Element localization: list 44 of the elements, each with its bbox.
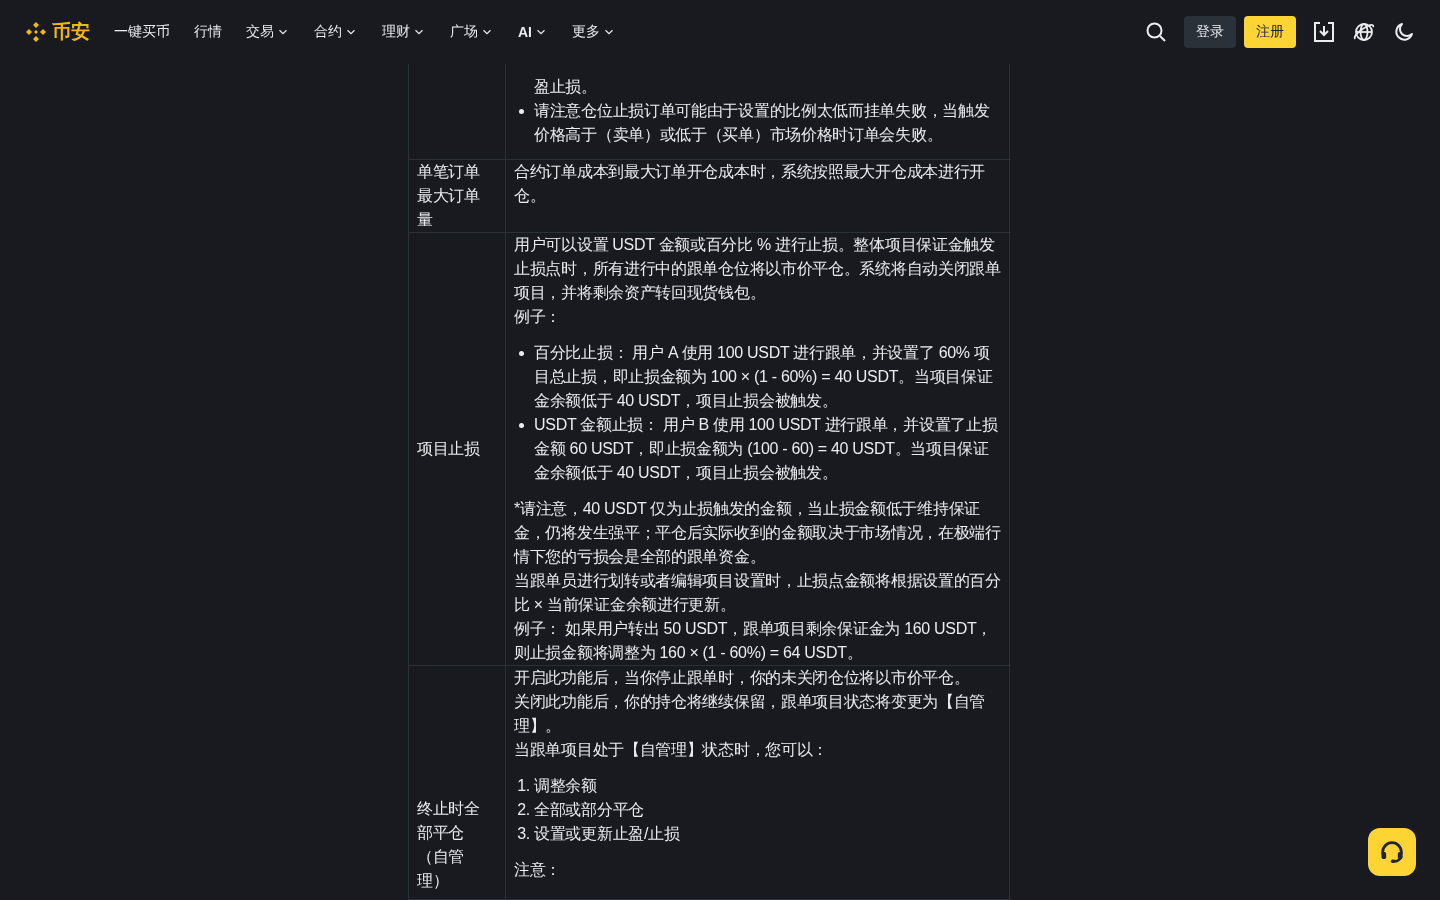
label-cell: 单笔订单最大订单量 [409, 160, 506, 233]
nav-menu-item[interactable]: 交易 [246, 23, 290, 41]
logo-icon[interactable] [24, 20, 48, 44]
nav-menu-item[interactable]: 广场 [450, 23, 494, 41]
search-icon[interactable] [1144, 20, 1168, 44]
list-item-text: 全部或部分平仓 [534, 800, 644, 820]
support-button[interactable] [1368, 828, 1416, 876]
globe-icon[interactable] [1352, 20, 1376, 44]
description-text: 开启此功能后，当你停止跟单时，你的未关闭仓位将以市价平仓。 [514, 668, 971, 688]
list-item-text: 调整余额 [534, 776, 597, 796]
list-number: 2. [516, 800, 531, 820]
description-text: 例子： [514, 307, 563, 327]
description-text: 当跟单项目处于【自管理】状态时，您可以： [514, 740, 829, 760]
description-text: 例子： 如果用户转出 50 USDT，跟单项目剩余保证金为 160 USDT，则止损金额将调整为 160 × (1 - 60%) = 64 USDT。 [514, 619, 994, 663]
nav-menu-item[interactable]: 更多 [572, 23, 616, 41]
moon-icon[interactable] [1392, 20, 1416, 44]
bullet-icon [518, 351, 524, 356]
list-item-text: USDT 金额止损： 用户 B 使用 100 USDT 进行跟单，并设置了止损金额 60 USDT，即止损金额为 (100 - 60) = 40 USDT。当项目保证金余额低于 40 USDT，项目止损会被触发。 [534, 415, 999, 483]
list-item-text: 请注意仓位止损订单可能由于设置的比例太低而挂单失败，当触发价格高于（卖单）或低于（买单）市场价格时订单会失败。 [534, 101, 991, 145]
description-text: 合约订单成本到最大订单开仓成本时，系统按照最大开仓成本进行开仓。 [514, 162, 986, 206]
nav-menu-item[interactable]: 行情 [194, 23, 222, 41]
nav-menu-item[interactable]: 合约 [314, 23, 358, 41]
bullet-icon [518, 423, 524, 428]
logo-text[interactable]: 币安 [52, 19, 90, 45]
label-cell: 终止时全部平仓（自管理） [409, 666, 506, 900]
list-number: 1. [516, 776, 531, 796]
headset-icon [1378, 838, 1406, 866]
list-item-text: 设置或更新止盈/止损 [534, 824, 680, 844]
description-text: 注意： [514, 860, 563, 880]
nav-menu-item[interactable]: 理财 [382, 23, 426, 41]
download-icon[interactable] [1312, 20, 1336, 44]
label-cell: 项目止损 [409, 233, 506, 666]
nav-menu-item[interactable]: AI [518, 24, 548, 40]
register-button[interactable]: 注册 [1244, 16, 1296, 48]
description-text: 关闭此功能后，你的持仓将继续保留，跟单项目状态将变更为【自管理】。 [514, 692, 986, 736]
description-text: *请注意，40 USDT 仅为止损触发的金额，当止损金额低于维持保证金，仍将发生强平；平仓后实际收到的金额取决于市场情况，在极端行情下您的亏损会是全部的跟单资金。 [514, 499, 1002, 567]
list-number: 3. [516, 824, 531, 844]
list-item-text: 百分比止损： 用户 A 使用 100 USDT 进行跟单，并设置了 60% 项目总止损，即止损金额为 100 × (1 - 60%) = 40 USDT。当项目保证金余额低于 40 USDT，项目止损会被触发。 [534, 343, 994, 411]
bullet-icon [518, 109, 524, 114]
login-button[interactable]: 登录 [1184, 16, 1236, 48]
nav-menu-item[interactable]: 一键买币 [114, 23, 170, 41]
description-text: 当跟单员进行划转或者编辑项目设置时，止损点金额将根据设置的百分比 × 当前保证金余额进行更新。 [514, 571, 1002, 615]
list-item-text: 盈止损。 [534, 77, 597, 97]
description-text: 用户可以设置 USDT 金额或百分比 % 进行止损。整体项目保证金触发止损点时，所有进行中的跟单仓位将以市价平仓。系统将自动关闭跟单项目，并将剩余资产转回现货钱包。 [514, 235, 1002, 303]
